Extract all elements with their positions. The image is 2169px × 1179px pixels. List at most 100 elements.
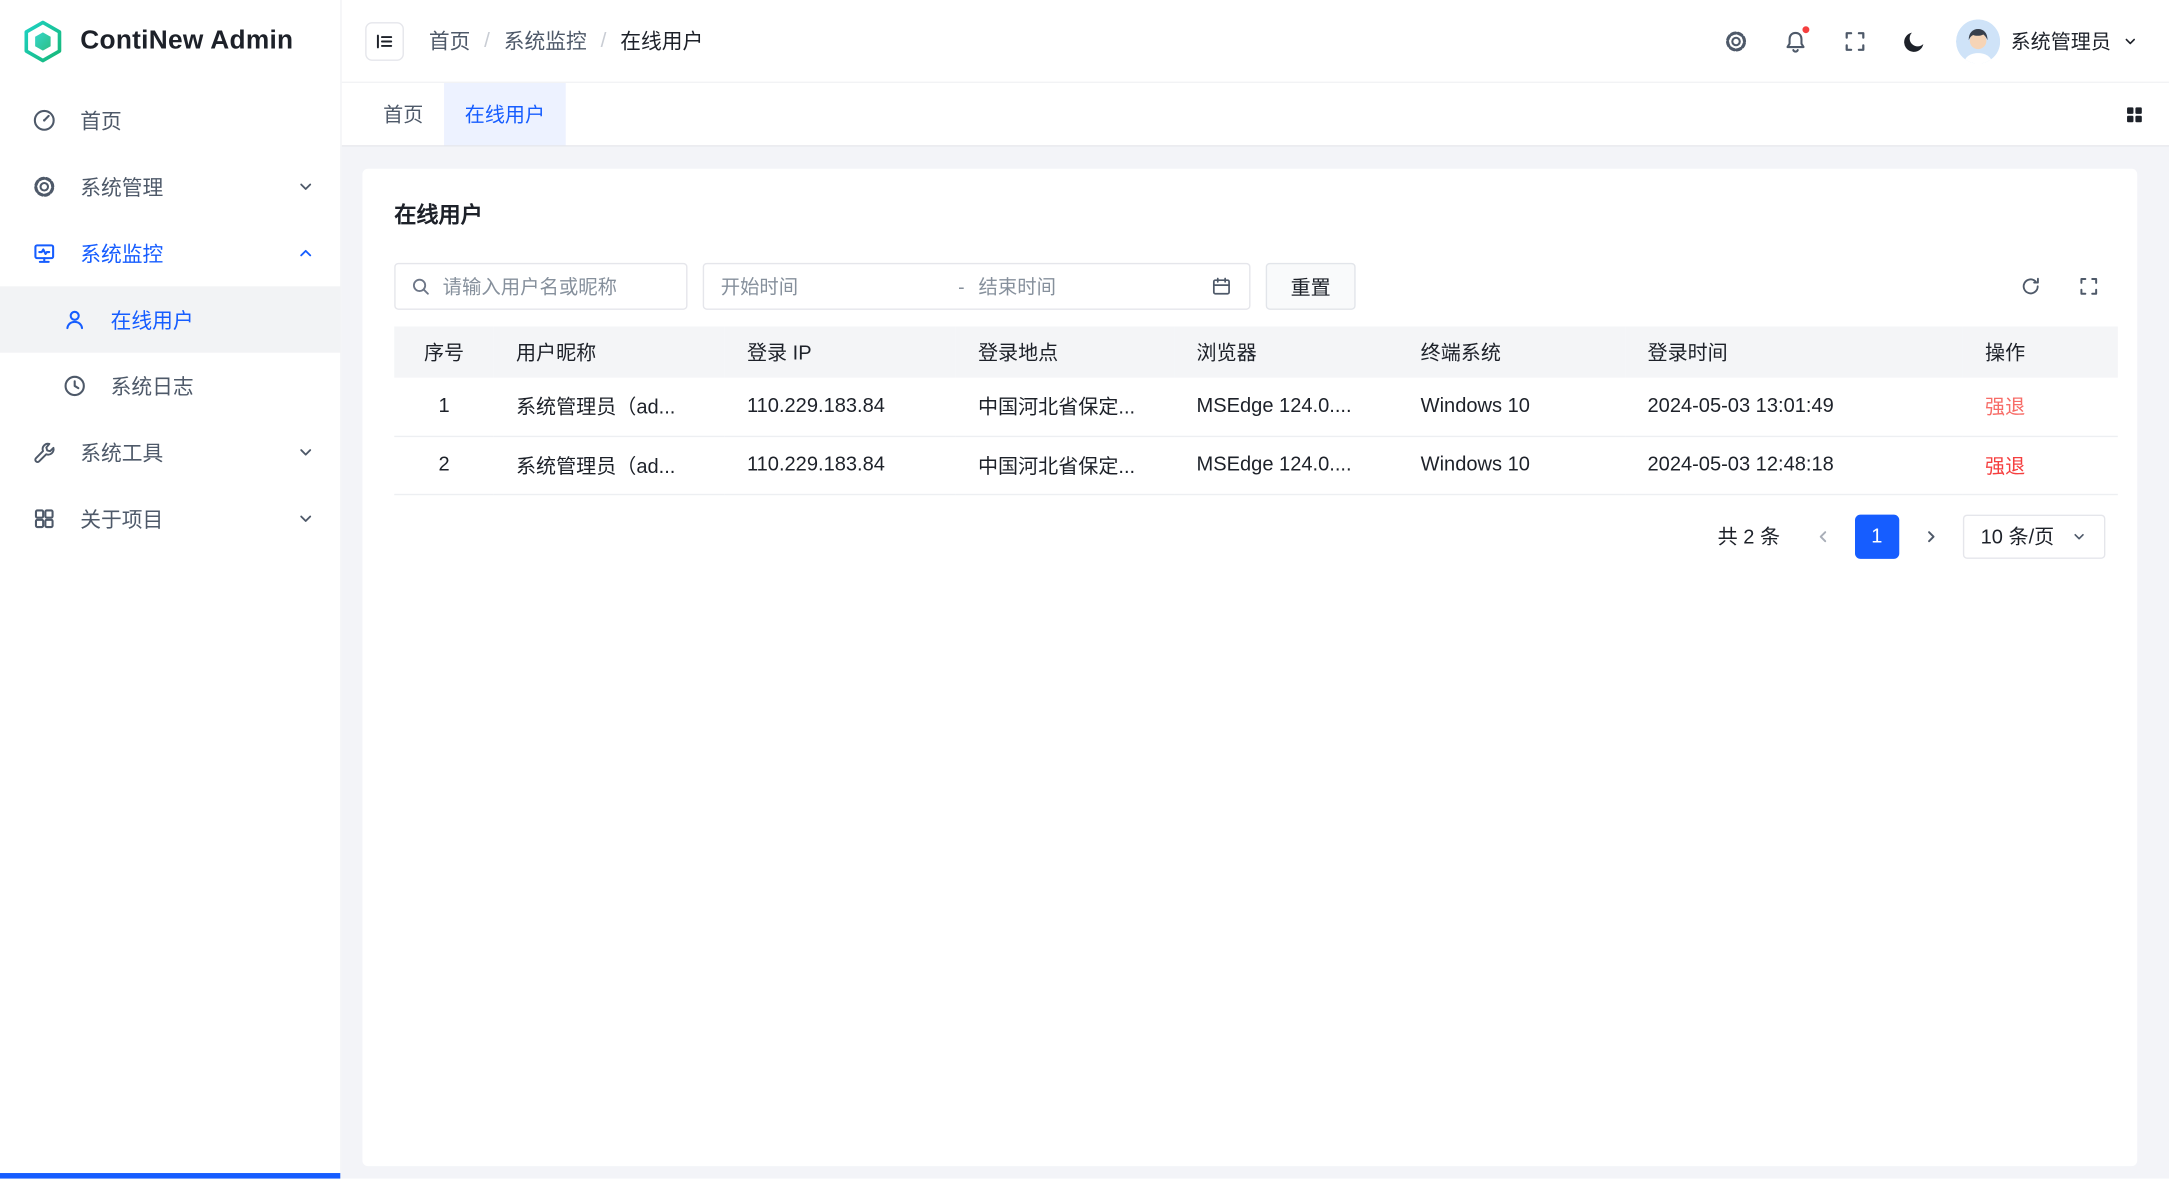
chevron-down-icon [2122,33,2139,50]
sidebar-item-label: 系统工具 [80,438,163,467]
cell-os: Windows 10 [1399,378,1626,436]
sidebar-item-system-monitor[interactable]: 系统监控 [0,220,340,286]
cell-location: 中国河北省保定... [956,436,1175,494]
breadcrumb-online-users: 在线用户 [620,26,703,55]
pagination-next-button[interactable] [1910,515,1951,556]
pagination-total: 共 2 条 [1718,522,1780,551]
pagination-prev-button[interactable] [1802,515,1843,556]
table-fullscreen-button[interactable] [2078,275,2100,297]
breadcrumb: 首页 / 系统监控 / 在线用户 [429,26,703,55]
column-header-actions: 操作 [1963,326,2118,377]
sidebar-item-home[interactable]: 首页 [0,87,340,153]
cell-nickname: 系统管理员（ad... [494,436,725,494]
date-start-input[interactable] [721,275,945,297]
cell-os: Windows 10 [1399,436,1626,494]
cell-location: 中国河北省保定... [956,378,1175,436]
settings-button[interactable] [1713,19,1757,63]
filter-toolbar: - 重置 [394,263,2105,310]
app-root: ContiNew Admin 首页 系统管理 [0,0,2169,1179]
cell-ip: 110.229.183.84 [725,378,956,436]
username-label: 系统管理员 [2011,26,2111,55]
table-row: 2 系统管理员（ad... 110.229.183.84 中国河北省保定... … [394,436,2118,494]
sidebar-item-label: 系统管理 [80,172,163,201]
breadcrumb-system-monitor[interactable]: 系统监控 [504,26,587,55]
chevron-left-icon [1813,526,1832,545]
header-actions: 系统管理员 [1713,19,2138,63]
tab-actions-button[interactable] [2123,83,2169,145]
sidebar-item-system-management[interactable]: 系统管理 [0,154,340,220]
fullscreen-button[interactable] [1832,19,1876,63]
logo-icon [21,19,65,63]
table-header-row: 序号 用户昵称 登录 IP 登录地点 浏览器 终端系统 登录时间 操作 [394,326,2118,377]
tab-bar: 首页 在线用户 [342,83,2169,147]
sidebar-collapse-button[interactable] [365,21,404,60]
chevron-down-icon [296,509,315,528]
user-icon [62,307,87,332]
force-logout-link[interactable]: 强退 [1985,397,2025,419]
breadcrumb-home[interactable]: 首页 [429,26,471,55]
column-header-login-time: 登录时间 [1625,326,1963,377]
tab-online-users[interactable]: 在线用户 [444,83,566,145]
refresh-button[interactable] [2020,275,2042,297]
sidebar-item-system-tools[interactable]: 系统工具 [0,419,340,485]
table-row: 1 系统管理员（ad... 110.229.183.84 中国河北省保定... … [394,378,2118,436]
sidebar-item-about-project[interactable]: 关于项目 [0,486,340,552]
chevron-right-icon [1921,526,1940,545]
apps-icon [32,506,57,531]
date-end-input[interactable] [978,275,1202,297]
chevron-up-icon [296,243,315,262]
app-title: ContiNew Admin [80,26,293,56]
pagination: 共 2 条 1 10 条/页 [394,514,2105,558]
calendar-icon [1210,275,1232,297]
notification-badge [1800,24,1810,34]
cell-browser: MSEdge 124.0.... [1174,378,1398,436]
date-range-separator: - [953,275,971,297]
avatar [1955,19,1999,63]
sidebar-item-label: 首页 [80,106,122,135]
breadcrumb-separator: / [484,29,490,53]
chevron-down-icon [296,177,315,196]
force-logout-link[interactable]: 强退 [1985,456,2025,478]
search-field[interactable] [394,263,687,310]
search-input[interactable] [443,275,673,297]
fullscreen-icon [1842,28,1867,53]
column-header-index: 序号 [394,326,494,377]
monitor-icon [32,241,57,266]
cell-nickname: 系统管理员（ad... [494,378,725,436]
top-header: 首页 / 系统监控 / 在线用户 [342,0,2169,83]
breadcrumb-separator: / [601,29,607,53]
dashboard-icon [32,108,57,133]
cell-login-time: 2024-05-03 13:01:49 [1625,378,1963,436]
gear-icon [1723,28,1748,53]
page-size-select[interactable]: 10 条/页 [1963,514,2106,558]
grid-icon [2123,103,2145,125]
notifications-button[interactable] [1773,19,1817,63]
pagination-page-1[interactable]: 1 [1855,514,1899,558]
main-content: 在线用户 - [342,147,2169,1179]
dark-mode-toggle[interactable] [1892,19,1936,63]
page-title: 在线用户 [394,196,2105,229]
sidebar-item-label: 关于项目 [80,504,163,533]
moon-icon [1901,28,1926,53]
tab-home[interactable]: 首页 [362,83,444,145]
reset-button[interactable]: 重置 [1266,263,1356,310]
app-logo[interactable]: ContiNew Admin [0,0,340,83]
table-toolbar-actions [2020,275,2106,297]
date-range-picker[interactable]: - [703,263,1251,310]
online-users-card: 在线用户 - [362,169,2137,1166]
sidebar-item-label: 系统监控 [80,239,163,268]
cell-browser: MSEdge 124.0.... [1174,436,1398,494]
column-header-os: 终端系统 [1399,326,1626,377]
cell-ip: 110.229.183.84 [725,436,956,494]
column-header-location: 登录地点 [956,326,1175,377]
sidebar: ContiNew Admin 首页 系统管理 [0,0,342,1179]
online-users-table: 序号 用户昵称 登录 IP 登录地点 浏览器 终端系统 登录时间 操作 1 [394,326,2118,494]
search-icon [409,275,431,297]
chevron-down-icon [296,443,315,462]
sidebar-item-label: 系统日志 [111,371,194,400]
column-header-ip: 登录 IP [725,326,956,377]
user-menu[interactable]: 系统管理员 [1955,19,2138,63]
column-header-nickname: 用户昵称 [494,326,725,377]
sidebar-item-system-logs[interactable]: 系统日志 [0,353,340,419]
sidebar-item-online-users[interactable]: 在线用户 [0,286,340,352]
